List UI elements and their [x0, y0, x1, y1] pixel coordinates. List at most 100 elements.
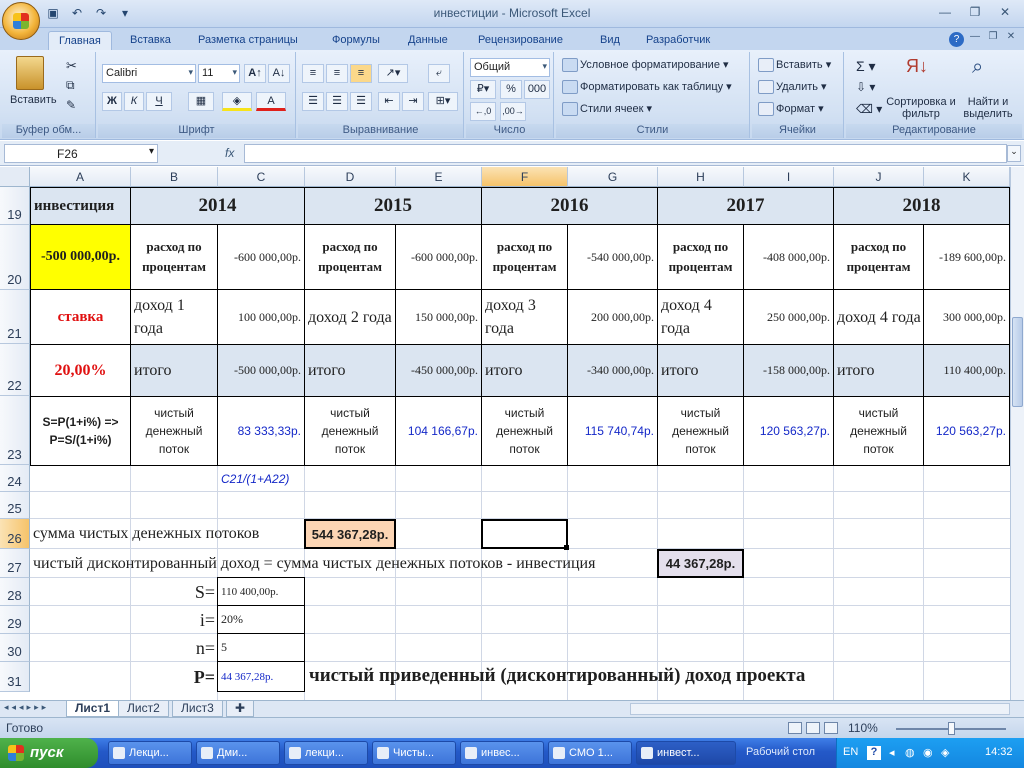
cell-k23[interactable]: 120 563,27р.	[923, 396, 1010, 466]
cell-f22[interactable]: итого	[481, 344, 568, 397]
row-header-29[interactable]: 29	[0, 606, 30, 634]
cell-h22[interactable]: итого	[657, 344, 744, 397]
copy-icon[interactable]: ⧉	[66, 78, 75, 93]
fill-color-icon[interactable]: ◈	[222, 92, 252, 111]
taskbar-item[interactable]: лекци...	[284, 741, 368, 765]
thousands-button[interactable]: 000	[524, 80, 550, 99]
help-icon[interactable]: ?	[949, 32, 964, 47]
cell-year-2016[interactable]: 2016	[481, 187, 658, 225]
sheet-tab-2[interactable]: Лист2	[118, 701, 169, 717]
cell-b31[interactable]: P=	[130, 662, 218, 692]
font-name-select[interactable]: Calibri	[102, 64, 196, 83]
cell-styles-button[interactable]: Стили ячеек ▾	[562, 102, 652, 117]
font-size-select[interactable]: 11	[198, 64, 240, 83]
office-button[interactable]	[2, 2, 40, 40]
sheet-nav-arrows[interactable]: ◂◂◂▸▸▸	[4, 702, 49, 713]
shrink-font-icon[interactable]: A↓	[268, 64, 290, 83]
row-header-19[interactable]: 19	[0, 187, 30, 225]
row-header-30[interactable]: 30	[0, 634, 30, 662]
row-header-24[interactable]: 24	[0, 465, 30, 492]
cell-year-2017[interactable]: 2017	[657, 187, 834, 225]
page-layout-view-icon[interactable]	[806, 722, 820, 734]
sheet-tab-3[interactable]: Лист3	[172, 701, 223, 717]
cell-d20[interactable]: расход по процентам	[304, 224, 396, 290]
insert-function-icon[interactable]: fx	[225, 146, 234, 160]
cell-c20[interactable]: -600 000,00р.	[217, 224, 305, 290]
row-header-20[interactable]: 20	[0, 225, 30, 290]
taskbar-item[interactable]: инвес...	[460, 741, 544, 765]
zoom-level[interactable]: 110%	[848, 721, 878, 735]
cell-b29[interactable]: i=	[130, 606, 218, 634]
cell-d22[interactable]: итого	[304, 344, 396, 397]
cell-b30[interactable]: n=	[130, 634, 218, 662]
decrease-indent-icon[interactable]: ⇤	[378, 92, 400, 111]
format-painter-icon[interactable]: ✎	[66, 98, 76, 112]
cell-b23[interactable]: чистый денежный поток	[130, 396, 218, 466]
clock[interactable]: 14:32	[985, 746, 1013, 758]
find-select-icon[interactable]: ⌕	[972, 56, 983, 79]
col-header-d[interactable]: D	[305, 167, 396, 187]
align-left-icon[interactable]: ☰	[302, 92, 324, 111]
cell-j23[interactable]: чистый денежный поток	[833, 396, 924, 466]
orientation-icon[interactable]: ↗▾	[378, 64, 408, 83]
col-header-i[interactable]: I	[744, 167, 834, 187]
row-header-25[interactable]: 25	[0, 492, 30, 519]
col-header-g[interactable]: G	[568, 167, 658, 187]
cell-i22[interactable]: -158 000,00р.	[743, 344, 834, 397]
insert-cells-button[interactable]: Вставить ▾	[758, 58, 831, 73]
cell-d23[interactable]: чистый денежный поток	[304, 396, 396, 466]
cell-f26-selected[interactable]	[481, 519, 568, 549]
row-header-31[interactable]: 31	[0, 662, 30, 692]
cell-b22[interactable]: итого	[130, 344, 218, 397]
font-color-icon[interactable]: A	[256, 92, 286, 111]
bold-button[interactable]: Ж	[102, 92, 122, 111]
row-header-27[interactable]: 27	[0, 549, 30, 578]
cell-c30[interactable]: 5	[217, 633, 305, 662]
tray-arrow-icon[interactable]: ◂	[889, 746, 895, 759]
sheet-tab-1[interactable]: Лист1	[66, 701, 120, 717]
cell-e23[interactable]: 104 166,67р.	[395, 396, 482, 466]
name-box[interactable]: F26	[4, 144, 158, 163]
number-format-select[interactable]: Общий	[470, 58, 550, 77]
conditional-formatting-button[interactable]: Условное форматирование ▾	[562, 58, 729, 73]
wrap-text-icon[interactable]: ⤶	[428, 64, 450, 83]
select-all-corner[interactable]	[0, 167, 30, 187]
minimize-icon[interactable]: —	[930, 2, 960, 22]
col-header-k[interactable]: K	[924, 167, 1010, 187]
desktop-toolbar[interactable]: Рабочий стол	[746, 746, 815, 758]
taskbar-item-active[interactable]: инвест...	[636, 741, 736, 765]
tab-data[interactable]: Данные	[398, 31, 458, 50]
tab-page-layout[interactable]: Разметка страницы	[188, 31, 308, 50]
col-header-e[interactable]: E	[396, 167, 482, 187]
decrease-decimal-icon[interactable]: ,00→	[500, 102, 526, 121]
vertical-scrollbar[interactable]	[1010, 167, 1024, 700]
restore-icon[interactable]: ❐	[960, 2, 990, 22]
cell-a22[interactable]: 20,00%	[30, 344, 131, 397]
align-bottom-icon[interactable]: ≡	[350, 64, 372, 83]
workbook-close-icon[interactable]: ✕	[1002, 31, 1020, 42]
cell-c23[interactable]: 83 333,33р.	[217, 396, 305, 466]
normal-view-icon[interactable]	[788, 722, 802, 734]
col-header-c[interactable]: C	[218, 167, 305, 187]
format-as-table-button[interactable]: Форматировать как таблицу ▾	[562, 80, 732, 95]
taskbar-item[interactable]: Чисты...	[372, 741, 456, 765]
row-header-22[interactable]: 22	[0, 344, 30, 396]
cell-d21[interactable]: доход 2 года	[304, 289, 396, 345]
cell-g22[interactable]: -340 000,00р.	[567, 344, 658, 397]
cell-i21[interactable]: 250 000,00р.	[743, 289, 834, 345]
cell-c29[interactable]: 20%	[217, 605, 305, 634]
merge-center-icon[interactable]: ⊞▾	[428, 92, 458, 111]
taskbar-item[interactable]: Лекци...	[108, 741, 192, 765]
cell-a21[interactable]: ставка	[30, 289, 131, 345]
cell-b20[interactable]: расход по процентам	[130, 224, 218, 290]
cell-c21[interactable]: 100 000,00р.	[217, 289, 305, 345]
align-center-icon[interactable]: ☰	[326, 92, 348, 111]
col-header-h[interactable]: H	[658, 167, 744, 187]
tab-developer[interactable]: Разработчик	[636, 31, 720, 50]
workbook-restore-icon[interactable]: ❐	[984, 31, 1002, 42]
cell-d31[interactable]: чистый приведенный (дисконтированный) до…	[306, 662, 906, 690]
percent-button[interactable]: %	[500, 80, 522, 99]
cell-j21[interactable]: доход 4 года	[833, 289, 924, 345]
increase-decimal-icon[interactable]: ←,0	[470, 102, 496, 121]
tab-home[interactable]: Главная	[48, 31, 112, 50]
